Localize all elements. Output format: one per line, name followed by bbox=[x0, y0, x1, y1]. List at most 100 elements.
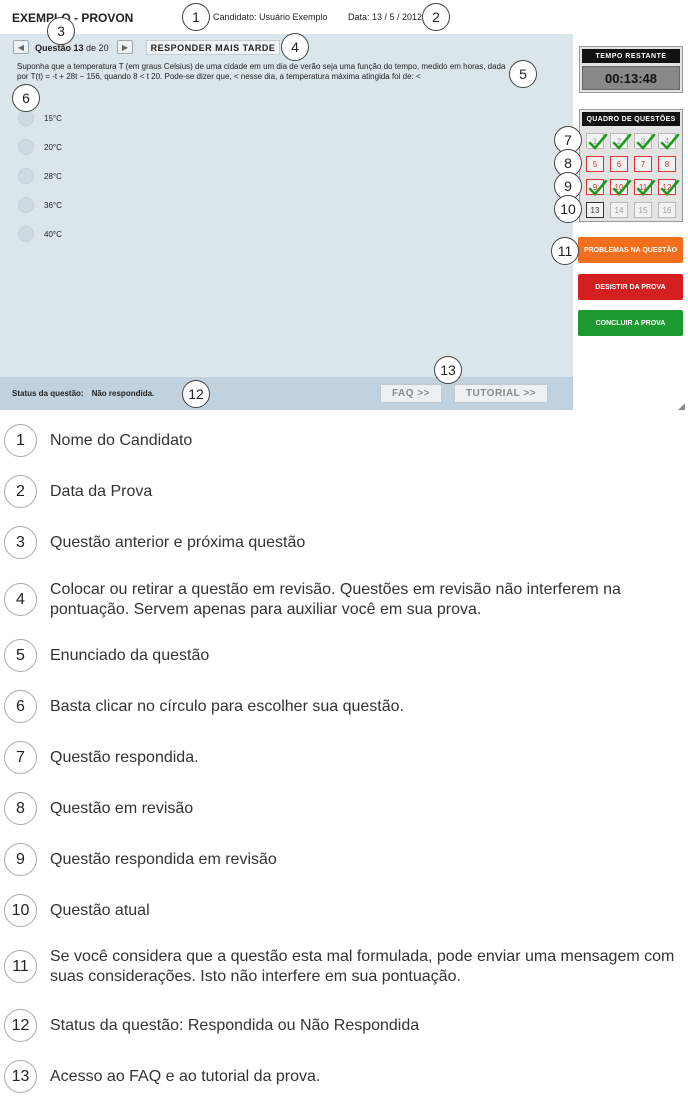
question-panel bbox=[0, 34, 573, 410]
legend-text: Acesso ao FAQ e ao tutorial da prova. bbox=[50, 1068, 321, 1085]
checkmark-icon bbox=[636, 133, 656, 150]
legend-number: 13 bbox=[4, 1060, 37, 1093]
checkmark-icon bbox=[660, 179, 680, 196]
question-grid-cell[interactable]: 2 bbox=[610, 133, 632, 150]
legend-text: Se você considera que a questão esta mal… bbox=[50, 948, 675, 985]
radio-button[interactable] bbox=[18, 168, 34, 184]
legend-text: Questão anterior e próxima questão bbox=[50, 534, 306, 551]
legend-number: 9 bbox=[4, 843, 37, 876]
question-grid-cell[interactable]: 3 bbox=[634, 133, 656, 150]
legend-text: Colocar ou retirar a questão em revisão.… bbox=[50, 581, 621, 618]
legend-text: Status da questão: Respondida ou Não Res… bbox=[50, 1017, 420, 1034]
legend-text: Nome do Candidato bbox=[50, 432, 193, 449]
question-grid-cell[interactable]: 13 bbox=[586, 202, 604, 218]
legend-text: Basta clicar no círculo para escolher su… bbox=[50, 698, 404, 715]
callout-marker: 12 bbox=[182, 380, 210, 408]
question-status: Status da questão: Não respondida. bbox=[12, 389, 154, 398]
question-grid-number: 16 bbox=[662, 205, 672, 215]
question-grid-cell[interactable]: 6 bbox=[610, 156, 628, 172]
checkmark-icon bbox=[588, 133, 608, 150]
legend-number: 8 bbox=[4, 792, 37, 825]
answer-option[interactable]: 15°C bbox=[18, 110, 62, 126]
question-grid-number: 15 bbox=[638, 205, 648, 215]
question-total: de 20 bbox=[86, 43, 109, 53]
question-grid-cell[interactable]: 7 bbox=[634, 156, 652, 172]
status-value: Não respondida. bbox=[91, 389, 155, 398]
finish-exam-button[interactable]: CONCLUIR A PROVA bbox=[578, 310, 683, 336]
checkmark-icon bbox=[588, 179, 608, 196]
answer-later-button[interactable]: RESPONDER MAIS TARDE bbox=[146, 40, 280, 55]
question-grid-number: 6 bbox=[616, 159, 622, 169]
option-label: 36°C bbox=[44, 200, 62, 210]
question-grid-cell[interactable]: 10 bbox=[610, 179, 632, 196]
legend-text: Enunciado da questão bbox=[50, 647, 210, 664]
tutorial-button[interactable]: TUTORIAL >> bbox=[454, 384, 548, 403]
answer-option[interactable]: 36°C bbox=[18, 197, 62, 213]
legend-number: 10 bbox=[4, 894, 37, 927]
legend-number: 11 bbox=[4, 950, 37, 983]
chevron-right-icon: ▶ bbox=[121, 42, 129, 52]
callout-marker: 3 bbox=[47, 17, 75, 45]
question-grid-cell[interactable]: 4 bbox=[658, 133, 680, 150]
option-label: 40°C bbox=[44, 229, 62, 239]
question-grid-cell[interactable]: 5 bbox=[586, 156, 604, 172]
question-grid-cell[interactable]: 8 bbox=[658, 156, 676, 172]
legend-text: Questão em revisão bbox=[50, 800, 194, 817]
legend-number: 2 bbox=[4, 475, 37, 508]
question-grid-number: 13 bbox=[590, 205, 600, 215]
question-grid-cell[interactable]: 11 bbox=[634, 179, 656, 196]
candidate-name: Candidato: Usuário Exemplo bbox=[213, 12, 328, 22]
question-grid-panel: QUADRO DE QUESTÕES 1 2 3 4 5 6 7 8 9 10 11 12 13 14 15… bbox=[579, 109, 683, 222]
question-statement: Suponha que a temperatura T (em graus Ce… bbox=[17, 62, 506, 81]
timer-value: 00:13:48 bbox=[582, 66, 680, 90]
answer-option[interactable]: 28°C bbox=[18, 168, 62, 184]
checkmark-icon bbox=[612, 133, 632, 150]
callout-marker: 11 bbox=[551, 237, 579, 265]
legend-text: Questão respondida em revisão bbox=[50, 851, 277, 868]
question-grid-cell[interactable]: 1 bbox=[586, 133, 608, 150]
question-grid-cell[interactable]: 14 bbox=[610, 202, 628, 218]
question-grid-cell[interactable]: 16 bbox=[658, 202, 676, 218]
question-grid-cell[interactable]: 15 bbox=[634, 202, 652, 218]
legend-number: 6 bbox=[4, 690, 37, 723]
report-problem-button[interactable]: PROBLEMAS NA QUESTÃO bbox=[578, 237, 683, 263]
previous-question-button[interactable]: ◀ bbox=[13, 40, 29, 54]
timer-panel: TEMPO RESTANTE 00:13:48 bbox=[579, 46, 683, 93]
legend-text: Questão atual bbox=[50, 902, 150, 919]
resize-grip-icon[interactable]: ◢ bbox=[678, 401, 685, 412]
legend-number: 12 bbox=[4, 1009, 37, 1042]
question-grid-cell[interactable]: 12 bbox=[658, 179, 680, 196]
callout-marker: 5 bbox=[509, 60, 537, 88]
radio-button[interactable] bbox=[18, 226, 34, 242]
legend-number: 3 bbox=[4, 526, 37, 559]
callout-marker: 10 bbox=[554, 195, 582, 223]
legend-number: 4 bbox=[4, 583, 37, 616]
faq-button[interactable]: FAQ >> bbox=[380, 384, 442, 403]
question-grid-cell[interactable]: 9 bbox=[586, 179, 608, 196]
question-counter: Questão 13 de 20 bbox=[35, 43, 109, 53]
radio-button[interactable] bbox=[18, 197, 34, 213]
next-question-button[interactable]: ▶ bbox=[117, 40, 133, 54]
exam-date: Data: 13 / 5 / 2012 bbox=[348, 12, 423, 22]
answer-option[interactable]: 40°C bbox=[18, 226, 62, 242]
option-label: 20°C bbox=[44, 142, 62, 152]
question-grid-number: 7 bbox=[640, 159, 646, 169]
timer-label: TEMPO RESTANTE bbox=[582, 49, 680, 63]
callout-marker: 6 bbox=[12, 84, 40, 112]
question-grid-number: 5 bbox=[592, 159, 598, 169]
option-label: 15°C bbox=[44, 113, 62, 123]
give-up-button[interactable]: DESISTIR DA PROVA bbox=[578, 274, 683, 300]
chevron-left-icon: ◀ bbox=[17, 42, 25, 52]
radio-button[interactable] bbox=[18, 139, 34, 155]
checkmark-icon bbox=[612, 179, 632, 196]
legend-number: 5 bbox=[4, 639, 37, 672]
question-grid-number: 8 bbox=[664, 159, 670, 169]
answer-option[interactable]: 20°C bbox=[18, 139, 62, 155]
legend-number: 1 bbox=[4, 424, 37, 457]
radio-button[interactable] bbox=[18, 110, 34, 126]
checkmark-icon bbox=[660, 133, 680, 150]
legend-text: Data da Prova bbox=[50, 483, 153, 500]
legend-number: 7 bbox=[4, 741, 37, 774]
status-label: Status da questão: bbox=[12, 389, 84, 398]
question-grid-label: QUADRO DE QUESTÕES bbox=[582, 112, 680, 126]
